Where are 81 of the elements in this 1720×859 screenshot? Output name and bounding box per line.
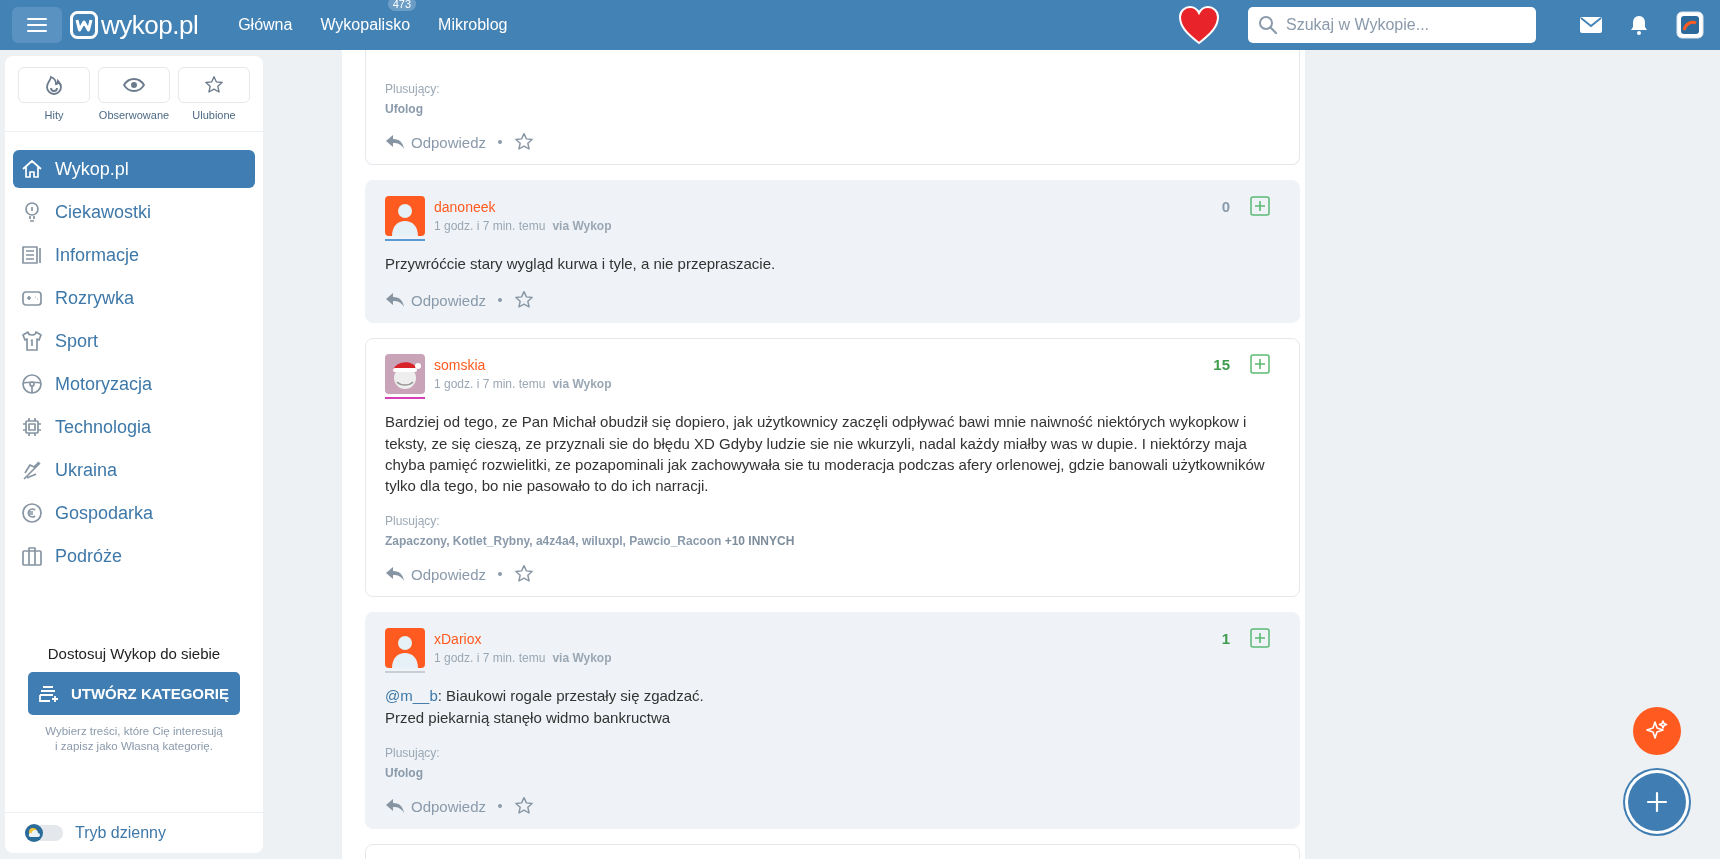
search-icon — [1258, 15, 1278, 35]
voters-list: Ufolog — [385, 102, 1280, 116]
voters-list: Ufolog — [385, 766, 1280, 781]
plus-icon[interactable] — [1250, 354, 1270, 375]
reply-icon — [385, 134, 405, 150]
comment-text: @m__b: Biaukowi rogale przestały się zgadzać. Przed piekarnią stanęło widmo bankructwa — [385, 686, 705, 728]
category-link[interactable]: Rozrywka — [13, 279, 255, 317]
heart-icon[interactable] — [1178, 5, 1220, 45]
suitcase-icon — [21, 545, 43, 567]
create-category-button[interactable]: UTWÓRZ KATEGORIĘ — [28, 672, 240, 716]
promo-title: Dostosuj Wykop do siebie — [47, 645, 221, 663]
category-link[interactable]: Informacje — [13, 236, 255, 274]
site-logo[interactable]: wykop.pl — [70, 9, 199, 41]
star-icon[interactable] — [514, 290, 535, 311]
source-label: via Wykop — [552, 377, 612, 392]
comment-text: Bardziej od tego, ze Pan Michał obudził się dopiero, jak użytkownicy zaczęli odpływać bawi mnie naiwność niektórych wykopkow i teksty, ze się cieszą, ze przyznali sie do błędu XD Gdyby ludzie sie nie wkurzyli, nadal każdy miałby was w dupie. I niektórzy maja chyba pamięć rozwielitki, ze pozapominali jak zachowywała sie tu moderacja podczas afery orlenowej, gdzie banowali użytkowników tylko dla tego, bo nie pasowało to do ich narracji. — [385, 412, 1266, 497]
nav-link[interactable]: Główna — [238, 16, 293, 34]
steering-wheel-icon — [21, 373, 43, 395]
category-link[interactable]: Ciekawostki — [13, 193, 255, 231]
coin-icon — [21, 502, 43, 524]
vote-count: 15 — [1213, 355, 1230, 373]
search-field[interactable]: Szukaj w Wykopie... — [1248, 7, 1536, 43]
source-label: via Wykop — [552, 651, 612, 666]
category-link[interactable]: Sport — [13, 322, 255, 360]
category-link[interactable]: Gospodarka — [13, 494, 255, 532]
eye-icon — [98, 67, 170, 103]
reply-link[interactable]: Odpowiedz — [385, 133, 487, 151]
reply-icon — [385, 566, 405, 583]
reply-link[interactable]: Odpowiedz — [385, 566, 487, 583]
author-link[interactable]: somskia — [434, 357, 486, 374]
chip-icon — [21, 416, 43, 438]
menu-icon — [27, 17, 47, 33]
comment-text: Przywróćcie stary wygląd kurwa i tyle, a nie przepraszacie. — [385, 254, 777, 274]
voters-label: Plusujący: — [385, 514, 441, 529]
sun-cloud-icon — [25, 824, 43, 842]
promo-hint: Wybierz treści, które Cię interesują i zapisz jako Własną kategorię. — [45, 724, 223, 754]
shortcut-link[interactable]: Ulubione — [178, 67, 250, 121]
newspaper-icon — [21, 244, 43, 266]
mail-icon[interactable] — [1580, 17, 1602, 33]
author-link[interactable]: danoneek — [434, 199, 496, 215]
plus-icon[interactable] — [1250, 628, 1270, 649]
nav-link[interactable]: Mikroblog — [438, 16, 508, 34]
star-icon[interactable] — [514, 132, 535, 152]
avatar-icon[interactable] — [385, 628, 425, 669]
voters-label: Plusujący: — [385, 746, 441, 761]
category-link[interactable]: Technologia — [13, 408, 255, 446]
theme-label: Tryb dzienny — [75, 824, 166, 842]
mention-link[interactable]: @m__b — [385, 687, 438, 705]
category-link[interactable]: Ukraina — [13, 451, 255, 489]
category-link[interactable]: Podróże — [13, 537, 255, 575]
avatar-icon[interactable] — [385, 196, 425, 236]
reply-icon — [385, 798, 405, 815]
shirt-icon — [21, 330, 43, 352]
category-link[interactable]: Motoryzacja — [13, 365, 255, 403]
reply-link[interactable]: Odpowiedz — [385, 797, 487, 815]
logo-icon — [70, 11, 98, 39]
theme-toggle[interactable] — [25, 825, 63, 841]
source-label: via Wykop — [552, 219, 612, 233]
reply-link[interactable]: Odpowiedz — [385, 291, 487, 309]
star-icon[interactable] — [514, 564, 535, 585]
vote-count: 0 — [1221, 197, 1230, 215]
menu-button[interactable] — [12, 7, 62, 43]
category-link[interactable]: Wykop.pl — [13, 150, 255, 188]
plus-icon[interactable] — [1250, 196, 1270, 216]
plus-icon — [1646, 791, 1668, 813]
shortcut-link[interactable]: Obserwowane — [98, 67, 170, 121]
sparkle-button[interactable] — [1633, 707, 1681, 755]
vote-count: 1 — [1221, 630, 1230, 647]
star-icon[interactable] — [514, 796, 535, 817]
voters-label: Plusujący: — [385, 82, 441, 96]
post-time: 1 godz. i 7 min. temu — [434, 377, 546, 392]
voters-list: Zapaczony, Kotlet_Rybny, a4z4a4, wiluxpl, Pawcio_Racoon +10 INNYCH — [385, 534, 1280, 549]
author-link[interactable]: xDariox — [434, 631, 482, 648]
reply-icon — [385, 292, 405, 309]
list-add-icon — [38, 684, 59, 703]
home-icon — [21, 158, 43, 180]
flame-icon — [18, 67, 90, 103]
user-avatar-icon[interactable] — [1676, 11, 1704, 39]
shortcut-link[interactable]: Hity — [18, 67, 90, 121]
count-badge: 473 — [387, 0, 417, 11]
bell-icon[interactable] — [1630, 15, 1648, 35]
